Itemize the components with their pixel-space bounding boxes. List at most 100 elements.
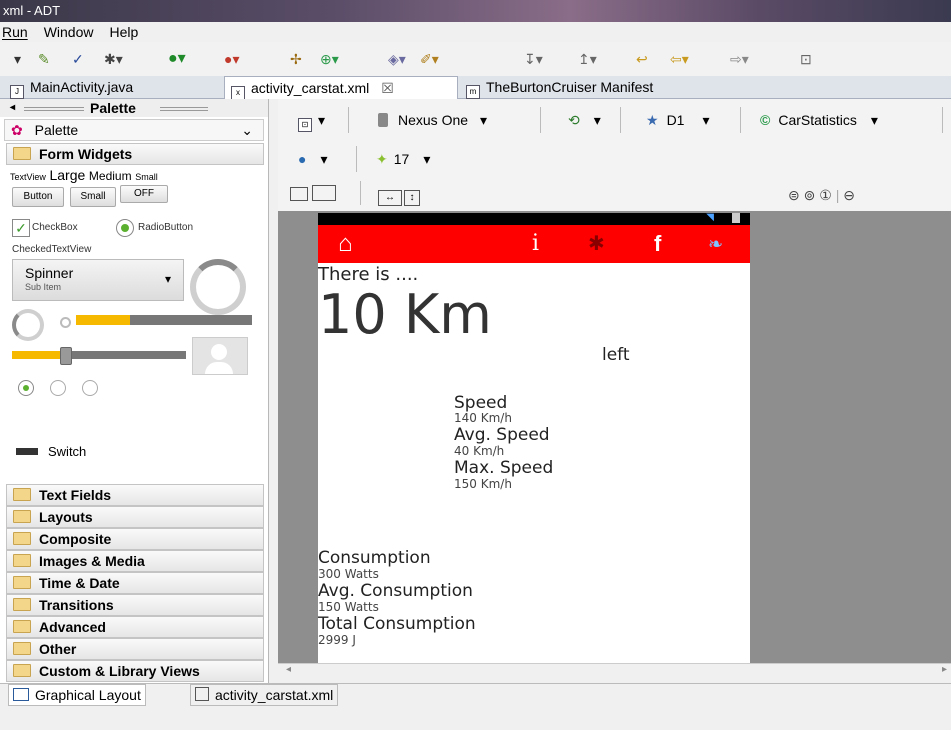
android-icon: ✦ bbox=[376, 151, 388, 167]
radio-icon[interactable] bbox=[50, 380, 66, 396]
collapse-left-icon[interactable]: ◂ bbox=[10, 99, 15, 117]
config-icon: ⊡ bbox=[298, 118, 312, 132]
back-icon[interactable]: ⇦▾ bbox=[670, 50, 689, 68]
tab-activity-carstat[interactable]: x activity_carstat.xml ☒ bbox=[224, 76, 458, 100]
scroll-left-icon[interactable]: ◂ bbox=[286, 664, 291, 675]
radio-icon[interactable] bbox=[18, 380, 34, 396]
widget-checkbox[interactable]: CheckBox bbox=[32, 222, 78, 233]
new-android-class-icon[interactable]: ✎ bbox=[38, 50, 50, 68]
menu-window[interactable]: Window bbox=[44, 24, 94, 40]
category-transitions[interactable]: Transitions bbox=[6, 594, 264, 616]
xml-source-icon bbox=[195, 687, 209, 701]
category-composite[interactable]: Composite bbox=[6, 528, 264, 550]
category-layouts[interactable]: Layouts bbox=[6, 506, 264, 528]
category-label: Advanced bbox=[39, 619, 106, 635]
seekbar-thumb[interactable] bbox=[60, 347, 72, 365]
tab-label: activity_carstat.xml bbox=[251, 80, 370, 96]
horizontal-scrollbar[interactable]: ◂ ▸ bbox=[278, 663, 951, 680]
tab-manifest[interactable]: m TheBurtonCruiser Manifest bbox=[460, 76, 726, 99]
radio-icon[interactable] bbox=[82, 380, 98, 396]
battery-icon bbox=[732, 213, 740, 223]
widget-textview[interactable]: TextView bbox=[10, 172, 46, 182]
next-annotation-icon[interactable]: ↧▾ bbox=[524, 50, 543, 68]
layout-toggle-icons[interactable] bbox=[290, 185, 336, 206]
widget-seekbar[interactable] bbox=[12, 347, 186, 365]
checkbox-icon[interactable]: ✓ bbox=[12, 219, 30, 237]
widget-medium-text[interactable]: Medium bbox=[89, 169, 132, 183]
category-label: Other bbox=[39, 641, 77, 657]
widget-progress-horizontal[interactable] bbox=[76, 315, 252, 325]
menu-help[interactable]: Help bbox=[109, 24, 138, 40]
home-icon[interactable]: ⌂ bbox=[338, 225, 353, 263]
zoom-fit-icon[interactable]: ⊜ bbox=[788, 187, 800, 203]
dropdown-arrow-icon[interactable]: ▾ bbox=[14, 50, 21, 68]
zoom-actual-icon[interactable]: ⊚ bbox=[804, 187, 816, 203]
pin-editor-icon[interactable]: ⊡ bbox=[800, 50, 812, 68]
category-images-media[interactable]: Images & Media bbox=[6, 550, 264, 572]
forward-icon[interactable]: ⇨▾ bbox=[730, 50, 749, 68]
category-form-widgets[interactable]: Form Widgets bbox=[6, 143, 264, 165]
prev-annotation-icon[interactable]: ↥▾ bbox=[578, 50, 597, 68]
orientation-selector[interactable]: ⟲ ▾ bbox=[568, 110, 601, 130]
api-level-selector[interactable]: ✦ 17 ▾ bbox=[376, 149, 430, 169]
widget-large-text[interactable]: Large bbox=[49, 167, 85, 183]
speed-label: Speed bbox=[454, 393, 508, 413]
radio-icon[interactable] bbox=[116, 219, 134, 237]
config-chooser[interactable]: ⊡ ▾ bbox=[298, 110, 325, 132]
widget-button[interactable]: Button bbox=[12, 187, 64, 207]
widget-progress-large[interactable] bbox=[190, 259, 246, 315]
folder-icon bbox=[13, 664, 31, 677]
search-icon[interactable]: ✐▾ bbox=[420, 50, 439, 68]
run-icon[interactable]: ●▾ bbox=[168, 50, 186, 68]
facebook-icon[interactable]: f bbox=[654, 225, 661, 263]
theme-selector[interactable]: ★ D1 ▾ bbox=[646, 110, 710, 130]
info-icon[interactable]: i bbox=[532, 225, 539, 263]
external-tools-icon[interactable]: ●▾ bbox=[224, 50, 239, 68]
switch-icon[interactable] bbox=[16, 448, 38, 455]
tab-mainactivity[interactable]: J MainActivity.java bbox=[4, 76, 220, 99]
widget-checkedtextview[interactable]: CheckedTextView bbox=[12, 244, 91, 255]
widget-switch[interactable]: Switch bbox=[48, 444, 86, 459]
zoom-100-icon[interactable]: ① bbox=[819, 187, 832, 203]
twitter-icon[interactable]: ❧ bbox=[708, 225, 723, 263]
last-edit-icon[interactable]: ↩ bbox=[636, 50, 648, 68]
category-custom-library-views[interactable]: Custom & Library Views bbox=[6, 660, 264, 682]
scroll-right-icon[interactable]: ▸ bbox=[942, 664, 947, 675]
widget-progress-medium[interactable] bbox=[12, 309, 44, 341]
fill-width-icon[interactable]: ↔ ↕ bbox=[378, 185, 420, 206]
widget-spinner[interactable]: Spinner Sub Item ▾ bbox=[12, 259, 184, 301]
globe-icon: ● bbox=[298, 151, 307, 167]
activity-selector[interactable]: © CarStatistics ▾ bbox=[760, 110, 878, 130]
locale-selector[interactable]: ● ▾ bbox=[298, 149, 328, 169]
column-layout-icon[interactable] bbox=[290, 187, 308, 201]
widget-small-button[interactable]: Small bbox=[70, 187, 116, 207]
zoom-out-icon[interactable]: ⊖ bbox=[843, 187, 855, 203]
new-project-icon[interactable]: ✢ bbox=[290, 50, 302, 68]
category-advanced[interactable]: Advanced bbox=[6, 616, 264, 638]
chevron-down-icon[interactable]: ⌄ bbox=[241, 120, 253, 140]
open-type-icon[interactable]: ◈▾ bbox=[388, 50, 406, 68]
category-label: Composite bbox=[39, 531, 112, 547]
device-selector[interactable]: Nexus One ▾ bbox=[378, 110, 487, 130]
fill-height-icon[interactable]: ↕ bbox=[404, 190, 420, 206]
close-icon[interactable]: ☒ bbox=[381, 80, 394, 96]
widget-toggle-button[interactable]: OFF bbox=[120, 185, 168, 203]
new-class-icon[interactable]: ⊕▾ bbox=[320, 50, 339, 68]
android-lint-icon[interactable]: ✓ bbox=[72, 50, 84, 68]
widget-radiobutton[interactable]: RadioButton bbox=[138, 222, 193, 233]
widget-progress-small[interactable] bbox=[60, 317, 71, 328]
row-layout-icon[interactable] bbox=[312, 185, 336, 201]
bluetooth-icon[interactable]: ✱ bbox=[588, 225, 605, 263]
widget-small-text[interactable]: Small bbox=[135, 172, 158, 182]
category-text-fields[interactable]: Text Fields bbox=[6, 484, 264, 506]
category-label: Form Widgets bbox=[39, 146, 133, 162]
palette-dropdown[interactable]: ✿ Palette ⌄ bbox=[4, 119, 264, 141]
tab-graphical-layout[interactable]: Graphical Layout bbox=[8, 684, 146, 706]
chevron-down-icon: ▾ bbox=[593, 112, 601, 128]
category-time-date[interactable]: Time & Date bbox=[6, 572, 264, 594]
category-other[interactable]: Other bbox=[6, 638, 264, 660]
widget-quickcontactbadge[interactable] bbox=[192, 337, 248, 375]
debug-icon[interactable]: ✱▾ bbox=[104, 50, 123, 68]
menu-run[interactable]: Run bbox=[2, 24, 28, 40]
tab-xml-source[interactable]: activity_carstat.xml bbox=[190, 684, 339, 706]
